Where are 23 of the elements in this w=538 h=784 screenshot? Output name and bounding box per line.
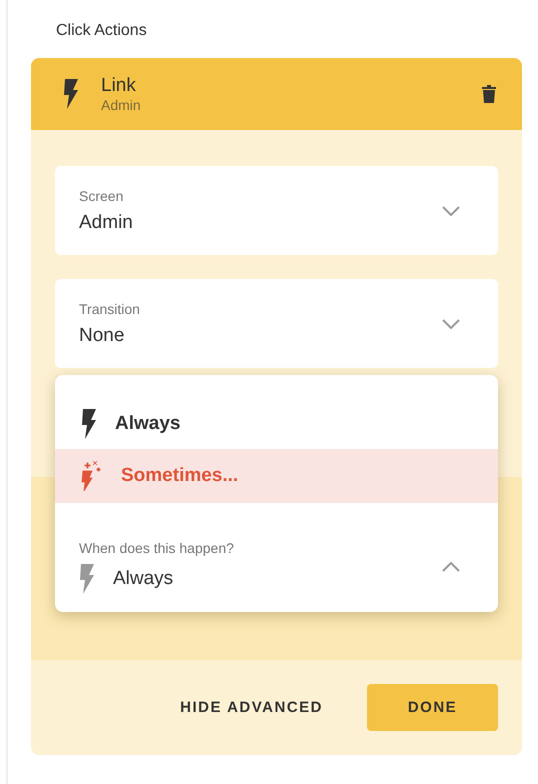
section-title: Click Actions	[56, 22, 148, 41]
field-value: None	[79, 324, 126, 346]
field-value: Admin	[79, 212, 134, 234]
lightning-sparkle-icon	[81, 461, 103, 491]
action-title: Link	[101, 75, 137, 97]
field-label: Screen	[79, 188, 124, 204]
lightning-icon	[63, 79, 79, 109]
field-value: Always	[113, 568, 174, 590]
chevron-down-icon	[442, 206, 460, 216]
done-button[interactable]: DONE	[367, 684, 498, 731]
lightning-icon	[81, 409, 97, 439]
chevron-down-icon	[442, 318, 460, 328]
action-subtitle: Admin	[101, 97, 142, 113]
delete-icon[interactable]	[482, 85, 496, 103]
field-label: Transition	[79, 300, 141, 316]
menu-item[interactable]: Always	[55, 399, 498, 449]
chevron-up-icon	[442, 562, 460, 572]
select-field[interactable]: Screen Admin	[55, 166, 498, 255]
hide-advanced-button[interactable]: HIDE ADVANCED	[168, 689, 335, 726]
select-field[interactable]: When does this happen? Always	[55, 540, 498, 612]
lightning-icon	[79, 564, 95, 594]
select-field[interactable]: Transition None	[55, 279, 498, 368]
field-label: When does this happen?	[79, 540, 235, 556]
